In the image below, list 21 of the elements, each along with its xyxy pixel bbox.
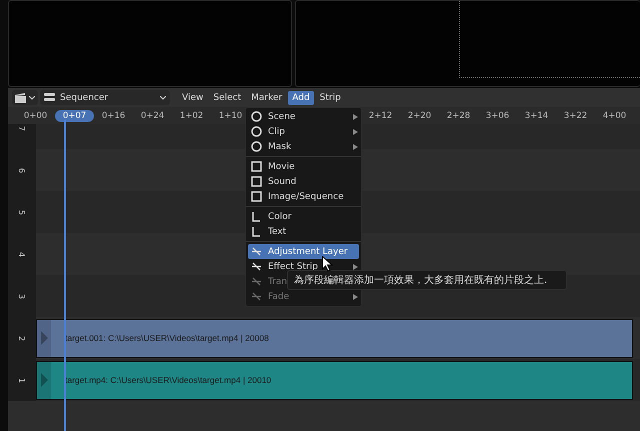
time-label: 3+14	[524, 110, 550, 122]
strip-label: target.001: C:\Users\USER\Videos\target.mp4 | 20008	[65, 333, 269, 343]
channel-number: 1	[8, 359, 36, 401]
strip-label: target.mp4: C:\Users\USER\Videos\target.mp4 | 20010	[65, 375, 272, 385]
time-label: 4+00	[602, 110, 628, 122]
time-label: 0+16	[100, 110, 126, 122]
channel-number: 3	[8, 275, 36, 317]
time-label: 2+20	[406, 110, 432, 122]
channel-number: 2	[8, 317, 36, 359]
time-label: 0+07	[55, 110, 94, 122]
time-label: 0+24	[140, 110, 166, 122]
time-label: 1+02	[178, 110, 204, 122]
channel-number: 5	[8, 191, 36, 233]
time-label: 2+28	[446, 110, 472, 122]
time-label: 2+12	[368, 110, 394, 122]
time-label: 1+10	[218, 110, 244, 122]
time-label: 3+22	[562, 110, 588, 122]
tooltip: 為序段編輯器添加一項效果，大多套用在既有的片段之上.	[287, 270, 567, 290]
time-label: 3+06	[484, 110, 510, 122]
channel-number: 4	[8, 233, 36, 275]
channel-number: 6	[8, 149, 36, 191]
